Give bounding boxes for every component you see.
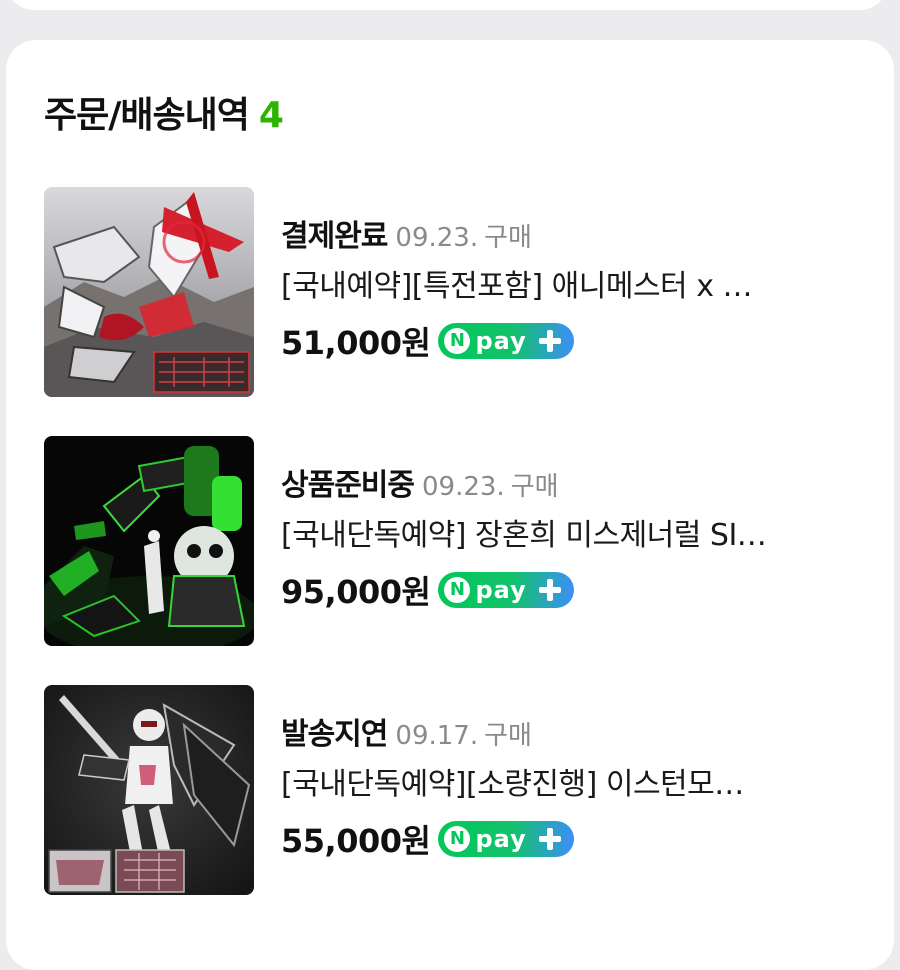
npay-label: pay	[475, 327, 527, 355]
order-history-card: 주문/배송내역 4 결제완료 09.23. 구매 [국내예약][특전포함] 애니…	[6, 40, 894, 970]
section-title-text: 주문/배송내역	[44, 95, 250, 136]
npay-plus-badge: N pay	[438, 323, 575, 359]
order-info: 결제완료 09.23. 구매 [국내예약][특전포함] 애니메스터 x … 51,0…	[281, 215, 866, 367]
product-photo-white-black-mecha	[44, 685, 254, 895]
product-thumbnail[interactable]	[44, 187, 254, 397]
product-photo-green-mecha	[44, 436, 254, 646]
product-title[interactable]: [국내예약][특전포함] 애니메스터 x …	[281, 259, 866, 315]
order-count-badge: 4	[258, 95, 284, 136]
product-photo-white-red-mecha	[44, 187, 254, 397]
order-date-suffix: 구매	[484, 721, 532, 751]
plus-icon	[539, 579, 562, 601]
npay-plus-badge: N pay	[438, 572, 575, 608]
order-date: 09.23.	[395, 223, 479, 253]
order-status: 발송지연	[281, 717, 388, 752]
order-status: 상품준비중	[281, 468, 415, 503]
npay-n-icon: N	[444, 328, 471, 354]
order-item[interactable]: 상품준비중 09.23. 구매 [국내단독예약] 장혼희 미스제너럴 SI… 95,…	[44, 436, 864, 646]
product-thumbnail[interactable]	[44, 436, 254, 646]
order-date-suffix: 구매	[484, 223, 532, 253]
order-date: 09.17.	[395, 721, 479, 751]
section-title[interactable]: 주문/배송내역 4	[44, 92, 284, 140]
product-title[interactable]: [국내단독예약][소량진행] 이스턴모…	[281, 757, 866, 813]
order-info: 상품준비중 09.23. 구매 [국내단독예약] 장혼희 미스제너럴 SI… 95,…	[281, 464, 866, 616]
product-price: 95,000원	[281, 573, 431, 611]
product-price: 55,000원	[281, 822, 431, 860]
npay-n-icon: N	[444, 826, 471, 852]
npay-n-icon: N	[444, 577, 471, 603]
product-price: 51,000원	[281, 324, 431, 362]
plus-icon	[539, 828, 562, 850]
npay-label: pay	[475, 825, 527, 853]
order-date-suffix: 구매	[510, 472, 559, 502]
order-item[interactable]: 결제완료 09.23. 구매 [국내예약][특전포함] 애니메스터 x … 51,0…	[44, 187, 864, 397]
product-title[interactable]: [국내단독예약] 장혼희 미스제너럴 SI…	[281, 508, 866, 564]
order-info: 발송지연 09.17. 구매 [국내단독예약][소량진행] 이스턴모… 55,000…	[281, 713, 866, 865]
order-status: 결제완료	[281, 219, 388, 254]
previous-card	[6, 0, 888, 10]
order-date: 09.23.	[422, 472, 505, 502]
product-thumbnail[interactable]	[44, 685, 254, 895]
plus-icon	[539, 330, 562, 352]
order-item[interactable]: 발송지연 09.17. 구매 [국내단독예약][소량진행] 이스턴모… 55,000…	[44, 685, 864, 895]
npay-label: pay	[475, 576, 527, 604]
npay-plus-badge: N pay	[438, 821, 575, 857]
